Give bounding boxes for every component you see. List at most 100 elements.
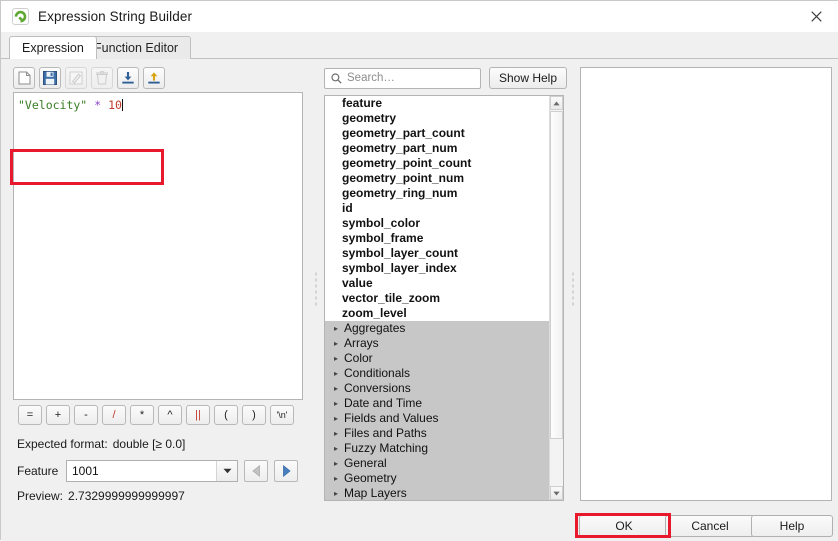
- expected-format-value: double [≥ 0.0]: [113, 437, 186, 451]
- search-icon: [331, 73, 342, 84]
- list-item[interactable]: ▸Fields and Values: [325, 411, 549, 426]
- chevron-down-icon[interactable]: [216, 461, 237, 481]
- op-power[interactable]: ^: [158, 405, 182, 425]
- scroll-down-arrow-icon[interactable]: [550, 486, 563, 500]
- list-item[interactable]: feature: [325, 96, 549, 111]
- op-equals[interactable]: =: [18, 405, 42, 425]
- op-multiply[interactable]: *: [130, 405, 154, 425]
- help-pane: [577, 59, 835, 509]
- chevron-right-icon[interactable]: ▸: [330, 336, 342, 351]
- list-item[interactable]: ▸Map Layers: [325, 486, 549, 500]
- category-label: Arrays: [344, 336, 379, 351]
- splitter-left[interactable]: [312, 249, 319, 329]
- list-item[interactable]: ▸Files and Paths: [325, 426, 549, 441]
- feature-selector-row: Feature 1001: [17, 460, 298, 482]
- chevron-right-icon[interactable]: ▸: [330, 351, 342, 366]
- scroll-up-arrow-icon[interactable]: [550, 96, 563, 110]
- chevron-right-icon[interactable]: ▸: [330, 321, 342, 336]
- list-item[interactable]: ▸Date and Time: [325, 396, 549, 411]
- op-newline[interactable]: '\n': [270, 405, 294, 425]
- list-item[interactable]: ▸Conversions: [325, 381, 549, 396]
- chevron-right-icon[interactable]: ▸: [330, 486, 342, 500]
- import-download-icon[interactable]: [117, 67, 139, 89]
- preview-value: 2.7329999999999997: [68, 489, 185, 503]
- list-item[interactable]: value: [325, 276, 549, 291]
- expression-number-token: 10: [108, 98, 122, 112]
- tab-function-editor[interactable]: Function Editor: [81, 36, 191, 59]
- op-minus[interactable]: -: [74, 405, 98, 425]
- list-item[interactable]: ▸General: [325, 456, 549, 471]
- expected-format-label: Expected format:: [17, 437, 108, 451]
- search-input[interactable]: Search…: [324, 68, 481, 89]
- save-floppy-icon[interactable]: [39, 67, 61, 89]
- list-item[interactable]: ▸Geometry: [325, 471, 549, 486]
- category-label: Fields and Values: [344, 411, 439, 426]
- list-item[interactable]: symbol_frame: [325, 231, 549, 246]
- dialog-content: "Velocity" * 10 = + - / * ^ || ( ) '\n' …: [1, 59, 838, 509]
- title-bar: Expression String Builder: [1, 1, 838, 33]
- list-item[interactable]: ▸Aggregates: [325, 321, 549, 336]
- function-list-scrollbar[interactable]: [549, 96, 563, 500]
- chevron-right-icon[interactable]: ▸: [330, 411, 342, 426]
- show-help-button[interactable]: Show Help: [489, 67, 567, 89]
- close-icon[interactable]: [793, 1, 838, 31]
- chevron-right-icon[interactable]: ▸: [330, 396, 342, 411]
- op-divide[interactable]: /: [102, 405, 126, 425]
- splitter-right[interactable]: [569, 249, 576, 329]
- category-label: Fuzzy Matching: [344, 441, 428, 456]
- function-list[interactable]: feature geometry geometry_part_count geo…: [324, 95, 564, 501]
- feature-combo[interactable]: 1001: [66, 460, 238, 482]
- export-upload-icon[interactable]: [143, 67, 165, 89]
- op-open-paren[interactable]: (: [214, 405, 238, 425]
- cancel-button[interactable]: Cancel: [665, 515, 755, 537]
- category-label: Geometry: [344, 471, 397, 486]
- expression-text-editor[interactable]: "Velocity" * 10: [13, 92, 303, 400]
- list-item[interactable]: ▸Conditionals: [325, 366, 549, 381]
- chevron-right-icon[interactable]: ▸: [330, 471, 342, 486]
- list-item[interactable]: geometry_point_num: [325, 171, 549, 186]
- expression-line: "Velocity" * 10: [18, 98, 298, 113]
- expression-toolbar: [13, 67, 165, 89]
- next-feature-button[interactable]: [274, 460, 298, 482]
- chevron-right-icon[interactable]: ▸: [330, 441, 342, 456]
- preview-row: Preview:2.7329999999999997: [17, 489, 185, 503]
- expression-pane: "Velocity" * 10 = + - / * ^ || ( ) '\n' …: [6, 59, 311, 509]
- dialog-footer: OK Cancel Help: [1, 509, 838, 541]
- ok-button[interactable]: OK: [579, 515, 669, 537]
- help-button[interactable]: Help: [751, 515, 833, 537]
- feature-combo-value: 1001: [67, 464, 99, 478]
- category-label: Date and Time: [344, 396, 422, 411]
- list-item[interactable]: geometry_part_num: [325, 141, 549, 156]
- tab-expression[interactable]: Expression: [9, 36, 97, 59]
- chevron-right-icon[interactable]: ▸: [330, 381, 342, 396]
- list-item[interactable]: id: [325, 201, 549, 216]
- new-file-icon[interactable]: [13, 67, 35, 89]
- function-pane: Search… Show Help feature geometry geome…: [321, 59, 569, 509]
- chevron-right-icon[interactable]: ▸: [330, 366, 342, 381]
- list-item[interactable]: geometry_part_count: [325, 126, 549, 141]
- op-concat[interactable]: ||: [186, 405, 210, 425]
- list-item[interactable]: symbol_layer_index: [325, 261, 549, 276]
- op-plus[interactable]: +: [46, 405, 70, 425]
- expression-field-token: "Velocity": [18, 98, 87, 112]
- category-label: Map Layers: [344, 486, 407, 500]
- qgis-logo-icon: [12, 8, 29, 25]
- list-item[interactable]: geometry_ring_num: [325, 186, 549, 201]
- list-item[interactable]: zoom_level: [325, 306, 549, 321]
- scrollbar-thumb[interactable]: [550, 111, 563, 439]
- chevron-right-icon[interactable]: ▸: [330, 456, 342, 471]
- list-item[interactable]: geometry: [325, 111, 549, 126]
- expression-operator-token: *: [94, 98, 101, 112]
- list-item[interactable]: ▸Fuzzy Matching: [325, 441, 549, 456]
- op-close-paren[interactable]: ): [242, 405, 266, 425]
- category-label: Conditionals: [344, 366, 410, 381]
- splitter-grip-icon: [315, 271, 317, 307]
- chevron-right-icon[interactable]: ▸: [330, 426, 342, 441]
- list-item[interactable]: symbol_color: [325, 216, 549, 231]
- splitter-grip-icon: [572, 271, 574, 307]
- list-item[interactable]: ▸Arrays: [325, 336, 549, 351]
- list-item[interactable]: geometry_point_count: [325, 156, 549, 171]
- list-item[interactable]: vector_tile_zoom: [325, 291, 549, 306]
- list-item[interactable]: symbol_layer_count: [325, 246, 549, 261]
- list-item[interactable]: ▸Color: [325, 351, 549, 366]
